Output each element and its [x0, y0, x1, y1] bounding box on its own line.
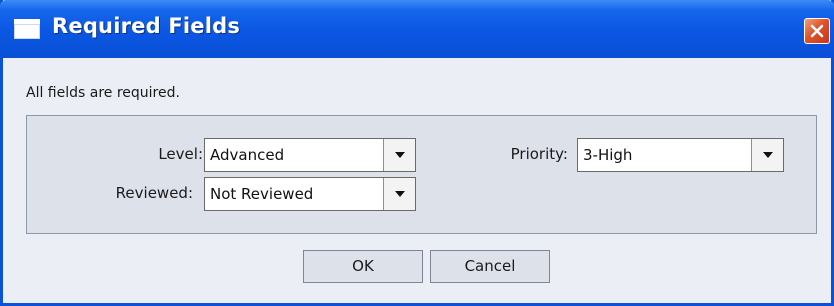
dialog-window: Required Fields All fields are required.… — [0, 0, 834, 306]
title-bar[interactable]: Required Fields — [0, 0, 834, 58]
chevron-down-icon — [395, 191, 405, 197]
level-label: Level: — [158, 145, 203, 163]
priority-label: Priority: — [510, 145, 568, 163]
window-title: Required Fields — [52, 14, 241, 38]
fields-panel: Level: Advanced Reviewed: Not Reviewed P… — [26, 115, 817, 234]
priority-value: 3-High — [583, 146, 633, 164]
chevron-down-icon — [395, 152, 405, 158]
priority-select[interactable]: 3-High — [577, 138, 784, 172]
level-value: Advanced — [210, 146, 285, 164]
priority-dropdown-button[interactable] — [751, 139, 783, 171]
chevron-down-icon — [763, 152, 773, 158]
required-message: All fields are required. — [26, 85, 180, 101]
reviewed-dropdown-button[interactable] — [383, 178, 415, 210]
close-button[interactable] — [804, 18, 830, 44]
level-dropdown-button[interactable] — [383, 139, 415, 171]
level-select[interactable]: Advanced — [204, 138, 416, 172]
ok-button[interactable]: OK — [303, 250, 423, 283]
cancel-button[interactable]: Cancel — [430, 250, 550, 283]
reviewed-select[interactable]: Not Reviewed — [204, 177, 416, 211]
reviewed-label: Reviewed: — [115, 184, 193, 202]
window-icon — [14, 19, 40, 39]
reviewed-value: Not Reviewed — [210, 185, 314, 203]
close-icon — [810, 24, 824, 38]
